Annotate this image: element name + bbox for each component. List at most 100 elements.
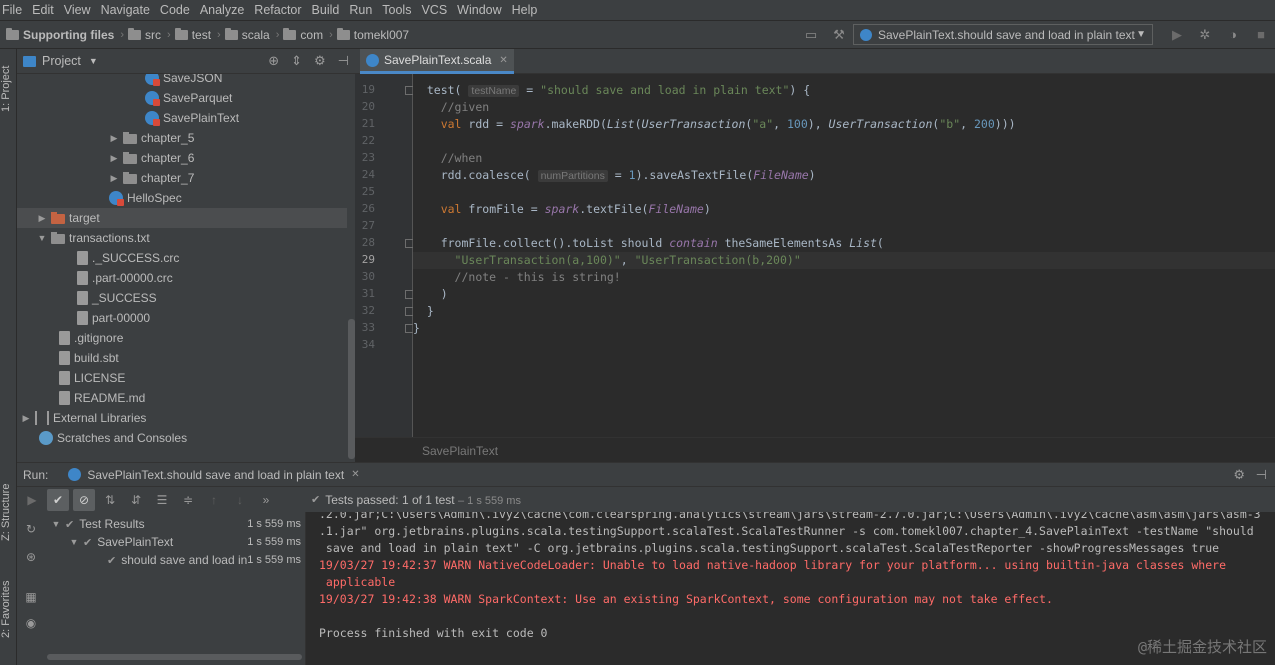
- breadcrumb-scala[interactable]: scala: [224, 27, 270, 42]
- sort-by-duration-icon[interactable]: ⇵: [125, 489, 147, 511]
- line-number: 28: [361, 236, 375, 249]
- menu-build[interactable]: Build: [307, 0, 345, 20]
- breadcrumb-com[interactable]: com: [283, 27, 323, 42]
- test-suite-saveplaintext[interactable]: ▼ ✔ SavePlainText 1 s 559 ms: [45, 533, 305, 551]
- code-line: test( testName = "should save and load i…: [426, 83, 811, 97]
- tree-item-scratches[interactable]: Scratches and Consoles: [17, 428, 347, 448]
- console-line: save and load in plain text" -C org.jetb…: [319, 541, 1220, 555]
- test-tree-scrollbar[interactable]: [45, 648, 305, 665]
- tree-item-target[interactable]: ▶ target: [17, 208, 347, 228]
- tree-item-chapter-5[interactable]: ▶ chapter_5: [17, 128, 347, 148]
- tree-item-license[interactable]: LICENSE: [17, 368, 347, 388]
- menu-tools[interactable]: Tools: [377, 0, 416, 20]
- coverage-icon[interactable]: ◑: [1225, 27, 1241, 43]
- expand-arrow-icon[interactable]: ▶: [21, 413, 31, 424]
- breadcrumb-tomekl007[interactable]: tomekl007: [336, 27, 409, 42]
- tab-favorites[interactable]: 2: Favorites: [0, 574, 17, 644]
- tree-item-hellospec[interactable]: HelloSpec: [17, 188, 347, 208]
- sort-alphabetically-icon[interactable]: ⇅: [99, 489, 121, 511]
- tree-item-saveparquet[interactable]: SaveParquet: [17, 88, 347, 108]
- tree-item-readme[interactable]: README.md: [17, 388, 347, 408]
- run-icon[interactable]: ▶: [1169, 27, 1185, 43]
- close-icon[interactable]: ✕: [351, 469, 359, 480]
- next-icon[interactable]: ↓: [229, 489, 251, 511]
- breadcrumb-test[interactable]: test: [174, 27, 211, 42]
- editor-tab-saveplaintext[interactable]: SavePlainText.scala ✕: [360, 49, 514, 74]
- run-configuration-select[interactable]: SavePlainText.should save and load in pl…: [853, 24, 1153, 45]
- breadcrumb-supporting-files[interactable]: Supporting files: [6, 27, 114, 42]
- editor-breadcrumb[interactable]: SavePlainText: [422, 444, 498, 458]
- menu-file[interactable]: File: [0, 0, 27, 20]
- layout-icon[interactable]: ▦: [20, 586, 42, 608]
- hammer-icon[interactable]: ⚒: [831, 27, 847, 43]
- dropdown-arrow-icon[interactable]: ▼: [89, 56, 98, 66]
- collapse-all-icon[interactable]: ≑: [177, 489, 199, 511]
- tree-item-part-00000[interactable]: part-00000: [17, 308, 347, 328]
- pin-icon[interactable]: ⊛: [20, 546, 42, 568]
- more-icon[interactable]: »: [255, 489, 277, 511]
- tree-item-part-crc[interactable]: .part-00000.crc: [17, 268, 347, 288]
- menu-vcs[interactable]: VCS: [416, 0, 452, 20]
- test-case-item[interactable]: ✔ should save and load in 1 s 559 ms: [45, 551, 305, 569]
- debug-icon[interactable]: ✲: [1197, 27, 1213, 43]
- tree-item-success[interactable]: _SUCCESS: [17, 288, 347, 308]
- expand-all-icon[interactable]: ☰: [151, 489, 173, 511]
- menu-edit[interactable]: Edit: [27, 0, 59, 20]
- show-passed-icon[interactable]: ✔: [47, 488, 69, 511]
- menu-code[interactable]: Code: [155, 0, 195, 20]
- menu-refactor[interactable]: Refactor: [249, 0, 306, 20]
- project-scrollbar[interactable]: [348, 319, 355, 459]
- menu-navigate[interactable]: Navigate: [96, 0, 155, 20]
- scala-file-icon: [109, 191, 124, 206]
- code-line: val fromFile = spark.textFile(FileName): [440, 202, 711, 216]
- previous-icon[interactable]: ↑: [203, 489, 225, 511]
- menu-view[interactable]: View: [59, 0, 96, 20]
- gear-icon[interactable]: ⚙: [314, 53, 326, 69]
- hide-icon[interactable]: ⊣: [338, 53, 349, 69]
- collapse-arrow-icon[interactable]: ▼: [37, 233, 47, 243]
- chevron-right-icon: ›: [275, 28, 280, 41]
- collapse-all-icon[interactable]: ⇕: [291, 53, 302, 69]
- test-results-root[interactable]: ▼ ✔ Test Results 1 s 559 ms: [45, 515, 305, 533]
- menu-window[interactable]: Window: [452, 0, 506, 20]
- rerun-icon[interactable]: ▶: [21, 489, 43, 511]
- tree-item-chapter-6[interactable]: ▶ chapter_6: [17, 148, 347, 168]
- tree-item-external-libraries[interactable]: ▶ External Libraries: [17, 408, 347, 428]
- tree-item-transactions[interactable]: ▼ transactions.txt: [17, 228, 347, 248]
- expand-arrow-icon[interactable]: ▶: [37, 213, 47, 224]
- stop-icon[interactable]: ↻: [20, 518, 42, 540]
- tab-project[interactable]: 1: Project: [0, 59, 17, 119]
- scala-file-icon: [145, 91, 160, 106]
- collapse-arrow-icon[interactable]: ▼: [51, 519, 61, 529]
- expand-arrow-icon[interactable]: ▶: [109, 153, 119, 164]
- project-view-select[interactable]: Project: [42, 54, 81, 68]
- run-tab[interactable]: SavePlainText.should save and load in pl…: [68, 468, 360, 482]
- stop-icon[interactable]: ■: [1253, 27, 1269, 43]
- gear-icon[interactable]: ⚙: [1233, 467, 1245, 483]
- tree-item-savejson[interactable]: SaveJSON: [17, 74, 347, 88]
- tab-structure[interactable]: Z: Structure: [0, 477, 17, 547]
- test-status: Tests passed: 1 of 1 test – 1 s 559 ms: [325, 492, 521, 507]
- console-output[interactable]: .2.0.jar;C:\Users\Admin\.ivy2\cache\com.…: [305, 512, 1275, 665]
- show-ignored-icon[interactable]: ⊘: [73, 488, 95, 511]
- folder-icon: [224, 27, 238, 40]
- menu-help[interactable]: Help: [507, 0, 543, 20]
- tree-item-build-sbt[interactable]: build.sbt: [17, 348, 347, 368]
- line-number: 23: [361, 151, 375, 164]
- locate-icon[interactable]: ⊕: [268, 53, 279, 69]
- camera-icon[interactable]: ◉: [20, 612, 42, 634]
- menu-run[interactable]: Run: [344, 0, 377, 20]
- close-icon[interactable]: ✕: [499, 55, 507, 66]
- tree-item-gitignore[interactable]: .gitignore: [17, 328, 347, 348]
- expand-arrow-icon[interactable]: ▶: [109, 133, 119, 144]
- breadcrumb-src[interactable]: src: [128, 27, 161, 42]
- menu-analyze[interactable]: Analyze: [195, 0, 249, 20]
- window-icon[interactable]: ▭: [803, 27, 819, 43]
- code-editor[interactable]: test( testName = "should save and load i…: [413, 74, 1275, 437]
- collapse-arrow-icon[interactable]: ▼: [69, 537, 79, 547]
- tree-item-saveplaintext[interactable]: SavePlainText: [17, 108, 347, 128]
- expand-arrow-icon[interactable]: ▶: [109, 173, 119, 184]
- hide-icon[interactable]: ⊣: [1256, 467, 1267, 483]
- tree-item-success-crc[interactable]: ._SUCCESS.crc: [17, 248, 347, 268]
- tree-item-chapter-7[interactable]: ▶ chapter_7: [17, 168, 347, 188]
